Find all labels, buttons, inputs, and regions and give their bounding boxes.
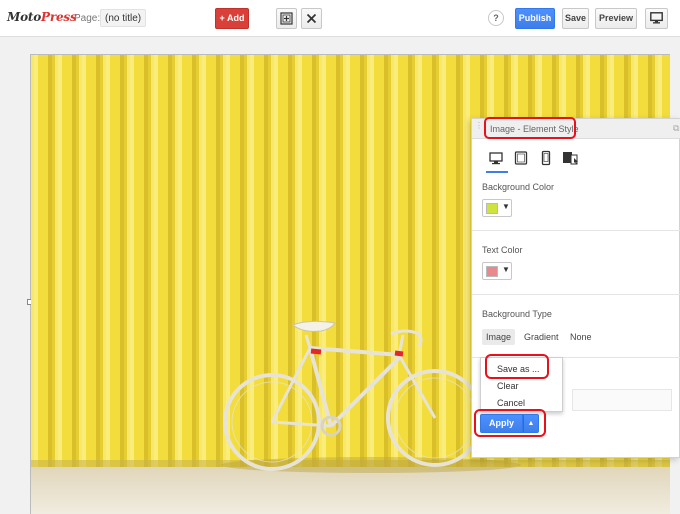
caret-down-icon: ▼	[502, 265, 510, 274]
motopress-logo: MotoPress	[7, 10, 77, 24]
top-toolbar: MotoPress Page: (no title) + Add ? Publi…	[0, 0, 680, 37]
device-tabs	[486, 150, 586, 174]
background-color-label: Background Color	[482, 182, 555, 192]
page-label: Page:	[74, 13, 101, 24]
section-divider	[472, 294, 680, 295]
logo-text-press: Press	[41, 10, 77, 24]
drag-grip-icon[interactable]: ⋮	[475, 122, 483, 134]
add-row-button[interactable]	[276, 8, 297, 29]
background-type-label: Background Type	[482, 309, 552, 319]
text-color-label: Text Color	[482, 245, 523, 255]
close-editor-button[interactable]	[301, 8, 322, 29]
menu-item-cancel[interactable]: Cancel	[497, 398, 525, 408]
active-device-indicator	[486, 171, 508, 173]
page-title-selector[interactable]: (no title)	[100, 9, 147, 27]
apply-highlight	[474, 409, 546, 437]
caret-down-icon: ▼	[502, 202, 510, 211]
background-type-gradient[interactable]: Gradient	[520, 329, 563, 345]
logo-text-moto: Moto	[7, 10, 42, 24]
text-color-picker[interactable]: ▼	[482, 262, 512, 280]
text-color-swatch	[486, 266, 498, 277]
menu-item-clear[interactable]: Clear	[497, 381, 519, 391]
background-type-none[interactable]: None	[566, 329, 596, 345]
responsive-icon[interactable]	[562, 150, 580, 168]
add-element-button[interactable]: + Add	[215, 8, 249, 29]
tablet-icon[interactable]	[513, 150, 531, 168]
save-button[interactable]: Save	[562, 8, 589, 29]
popout-icon[interactable]: ⧉	[673, 123, 679, 134]
device-preview-button[interactable]	[645, 8, 668, 29]
background-image-field[interactable]	[572, 389, 672, 411]
close-icon	[306, 13, 317, 24]
add-square-icon	[280, 12, 293, 25]
background-color-swatch	[486, 203, 498, 214]
help-button[interactable]: ?	[488, 10, 504, 26]
monitor-icon	[650, 12, 663, 24]
desktop-icon[interactable]	[488, 150, 506, 168]
save-as-highlight	[485, 354, 549, 379]
section-divider	[472, 230, 680, 231]
mobile-icon[interactable]	[538, 150, 556, 168]
background-color-picker[interactable]: ▼	[482, 199, 512, 217]
publish-button[interactable]: Publish	[515, 8, 555, 29]
preview-button[interactable]: Preview	[595, 8, 637, 29]
background-type-image[interactable]: Image	[482, 329, 516, 345]
panel-title-highlight	[484, 117, 576, 139]
